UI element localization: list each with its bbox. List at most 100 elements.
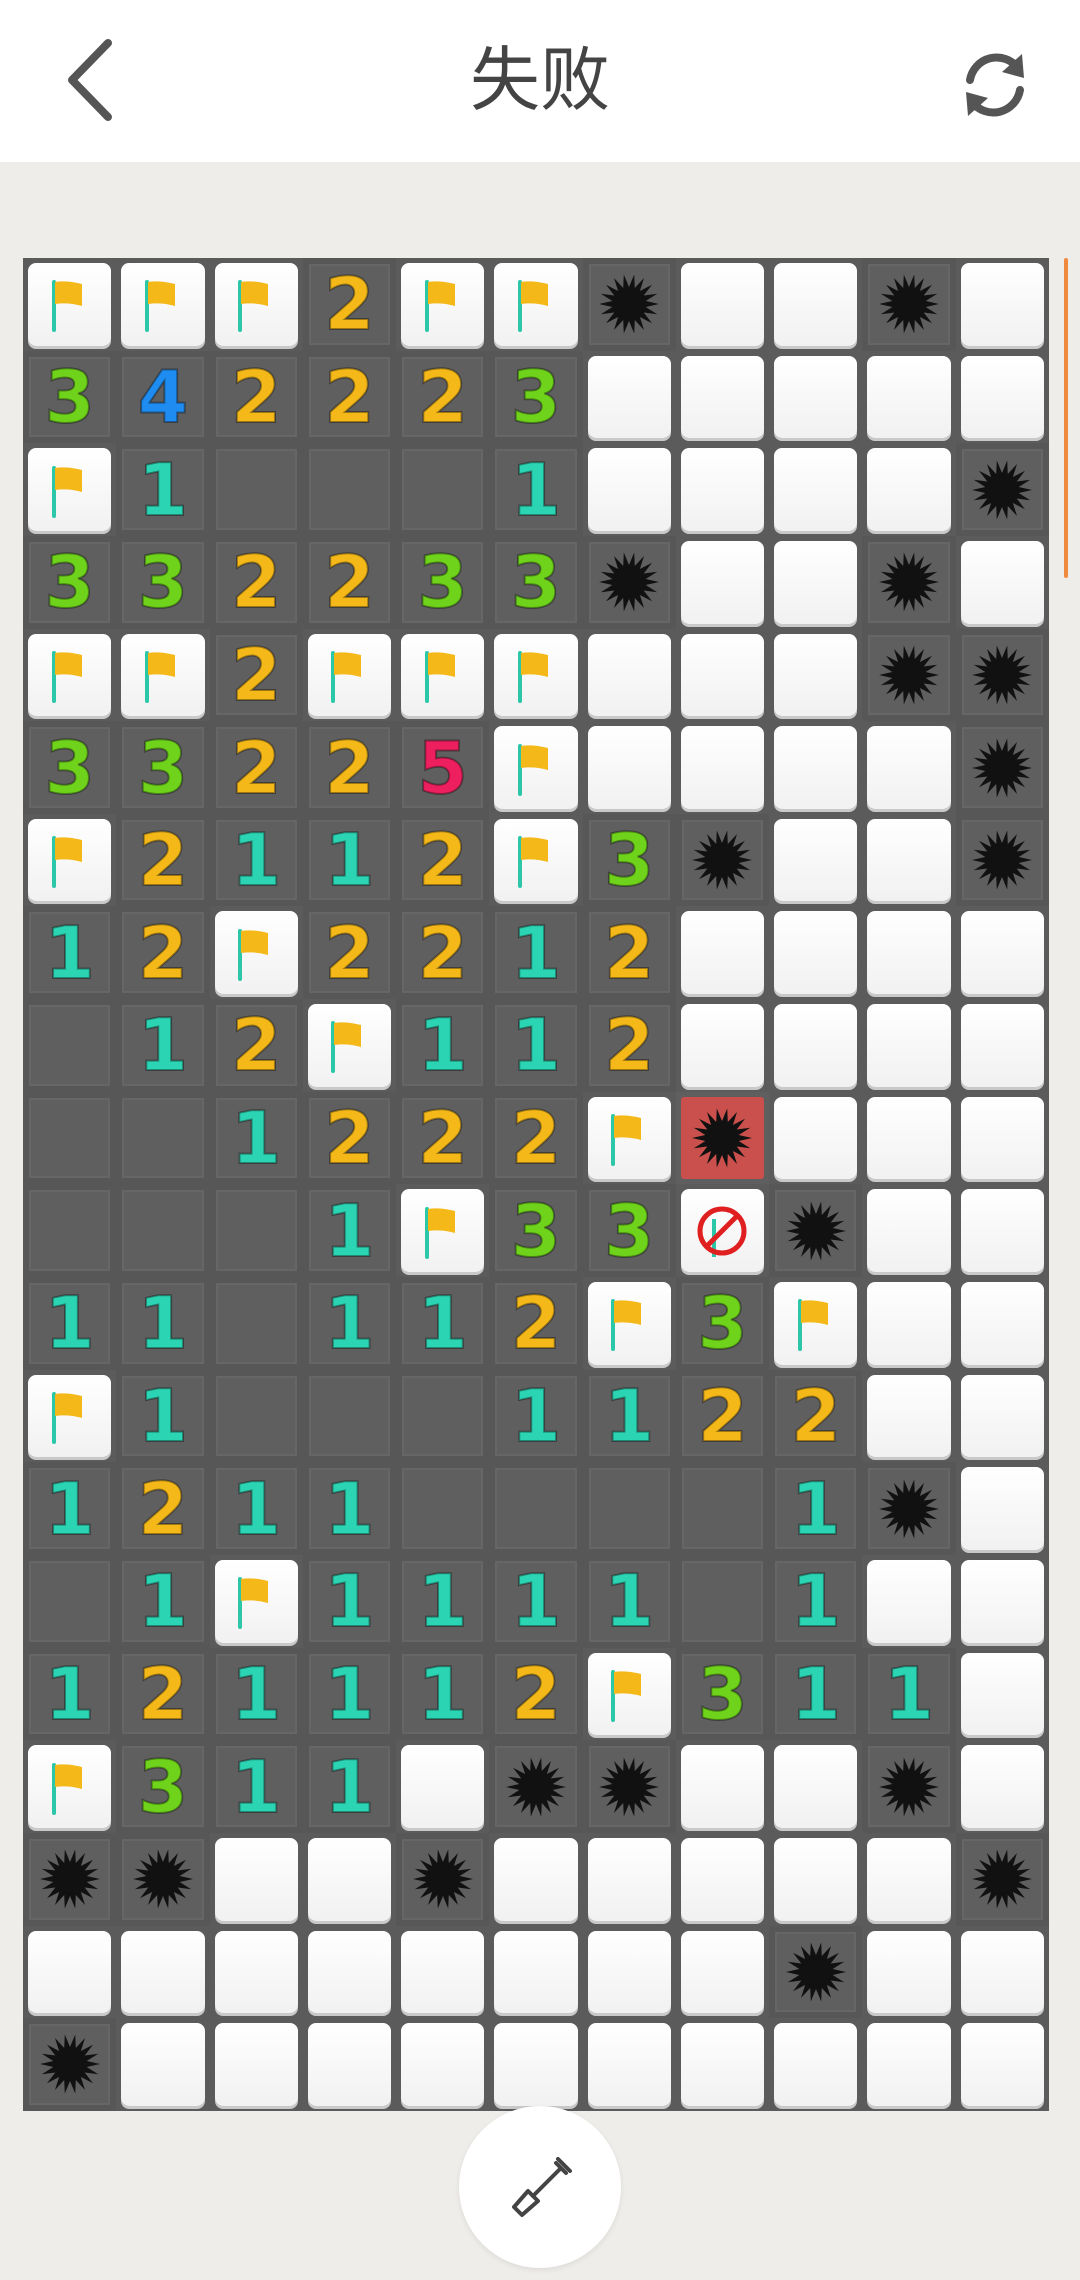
cell-flagged[interactable]: [23, 629, 116, 722]
cell-unopened[interactable]: [303, 1926, 396, 2019]
cell-unopened[interactable]: [862, 1833, 955, 1926]
cell-flagged[interactable]: [489, 721, 582, 814]
cell-unopened[interactable]: [956, 536, 1049, 629]
cell-flagged[interactable]: [583, 1092, 676, 1185]
cell-flagged[interactable]: [489, 629, 582, 722]
cell-unopened[interactable]: [956, 1648, 1049, 1741]
cell-unopened[interactable]: [489, 2018, 582, 2111]
cell-flagged[interactable]: [583, 1648, 676, 1741]
cell-unopened[interactable]: [862, 1277, 955, 1370]
cell-unopened[interactable]: [676, 258, 769, 351]
cell-flagged[interactable]: [396, 258, 489, 351]
dig-mode-button[interactable]: [459, 2106, 621, 2268]
cell-unopened[interactable]: [769, 258, 862, 351]
cell-flagged[interactable]: [23, 1370, 116, 1463]
cell-unopened[interactable]: [396, 1926, 489, 2019]
cell-flagged[interactable]: [303, 999, 396, 1092]
cell-flagged[interactable]: [210, 258, 303, 351]
cell-unopened[interactable]: [583, 721, 676, 814]
cell-unopened[interactable]: [769, 999, 862, 1092]
cell-unopened[interactable]: [956, 1184, 1049, 1277]
cell-unopened[interactable]: [210, 1833, 303, 1926]
cell-unopened[interactable]: [583, 2018, 676, 2111]
cell-unopened[interactable]: [489, 1833, 582, 1926]
cell-unopened[interactable]: [676, 1926, 769, 2019]
cell-unopened[interactable]: [862, 721, 955, 814]
cell-unopened[interactable]: [116, 1926, 209, 2019]
cell-flagged[interactable]: [116, 629, 209, 722]
cell-unopened[interactable]: [862, 2018, 955, 2111]
cell-unopened[interactable]: [862, 1092, 955, 1185]
cell-unopened[interactable]: [116, 2018, 209, 2111]
cell-flagged[interactable]: [23, 814, 116, 907]
cell-unopened[interactable]: [676, 999, 769, 1092]
cell-unopened[interactable]: [769, 1092, 862, 1185]
cell-unopened[interactable]: [396, 2018, 489, 2111]
cell-unopened[interactable]: [769, 721, 862, 814]
cell-unopened[interactable]: [303, 1833, 396, 1926]
cell-flagged[interactable]: [23, 258, 116, 351]
cell-unopened[interactable]: [956, 1740, 1049, 1833]
cell-unopened[interactable]: [769, 351, 862, 444]
cell-unopened[interactable]: [956, 1370, 1049, 1463]
cell-unopened[interactable]: [676, 1833, 769, 1926]
cell-unopened[interactable]: [862, 1926, 955, 2019]
cell-unopened[interactable]: [676, 443, 769, 536]
cell-unopened[interactable]: [862, 1555, 955, 1648]
cell-flagged[interactable]: [396, 1184, 489, 1277]
cell-unopened[interactable]: [862, 1184, 955, 1277]
cell-unopened[interactable]: [956, 2018, 1049, 2111]
cell-unopened[interactable]: [676, 721, 769, 814]
cell-unopened[interactable]: [769, 1740, 862, 1833]
cell-unopened[interactable]: [583, 443, 676, 536]
cell-unopened[interactable]: [676, 351, 769, 444]
cell-unopened[interactable]: [303, 2018, 396, 2111]
cell-unopened[interactable]: [862, 814, 955, 907]
cell-flagged[interactable]: [303, 629, 396, 722]
cell-unopened[interactable]: [769, 443, 862, 536]
cell-unopened[interactable]: [769, 814, 862, 907]
cell-unopened[interactable]: [862, 1370, 955, 1463]
cell-flagged[interactable]: [583, 1277, 676, 1370]
cell-unopened[interactable]: [956, 1926, 1049, 2019]
cell-unopened[interactable]: [676, 1740, 769, 1833]
cell-unopened[interactable]: [583, 1926, 676, 2019]
cell-unopened[interactable]: [676, 2018, 769, 2111]
cell-unopened[interactable]: [956, 1092, 1049, 1185]
cell-unopened[interactable]: [676, 906, 769, 999]
refresh-button[interactable]: [940, 30, 1050, 140]
cell-flagged[interactable]: [210, 1555, 303, 1648]
cell-unopened[interactable]: [769, 906, 862, 999]
cell-unopened[interactable]: [23, 1926, 116, 2019]
cell-flagged[interactable]: [396, 629, 489, 722]
cell-flagged[interactable]: [116, 258, 209, 351]
cell-unopened[interactable]: [676, 629, 769, 722]
cell-flagged[interactable]: [210, 906, 303, 999]
cell-unopened[interactable]: [769, 536, 862, 629]
cell-flagged[interactable]: [23, 1740, 116, 1833]
cell-unopened[interactable]: [583, 1833, 676, 1926]
cell-unopened[interactable]: [210, 2018, 303, 2111]
cell-unopened[interactable]: [862, 351, 955, 444]
cell-unopened[interactable]: [956, 1555, 1049, 1648]
cell-wrong-flag[interactable]: [676, 1184, 769, 1277]
cell-unopened[interactable]: [489, 1926, 582, 2019]
cell-unopened[interactable]: [862, 906, 955, 999]
cell-unopened[interactable]: [862, 443, 955, 536]
cell-flagged[interactable]: [769, 1277, 862, 1370]
cell-unopened[interactable]: [769, 1833, 862, 1926]
scrollbar[interactable]: [1064, 258, 1068, 578]
cell-unopened[interactable]: [956, 999, 1049, 1092]
cell-unopened[interactable]: [956, 906, 1049, 999]
cell-unopened[interactable]: [676, 536, 769, 629]
cell-unopened[interactable]: [862, 999, 955, 1092]
cell-unopened[interactable]: [956, 1462, 1049, 1555]
cell-unopened[interactable]: [769, 629, 862, 722]
cell-unopened[interactable]: [956, 1277, 1049, 1370]
cell-flagged[interactable]: [489, 258, 582, 351]
cell-unopened[interactable]: [956, 351, 1049, 444]
cell-unopened[interactable]: [956, 258, 1049, 351]
cell-unopened[interactable]: [583, 629, 676, 722]
cell-unopened[interactable]: [769, 2018, 862, 2111]
cell-flagged[interactable]: [489, 814, 582, 907]
